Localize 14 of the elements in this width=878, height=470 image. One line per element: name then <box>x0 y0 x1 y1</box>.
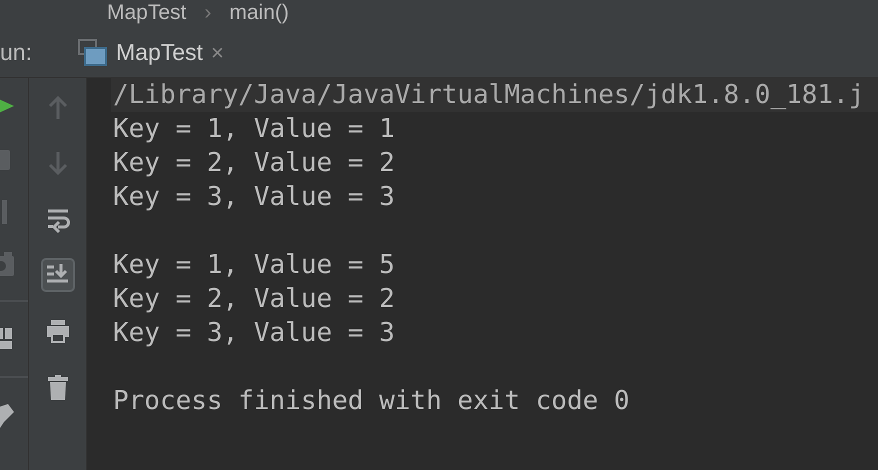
console-line: Key = 1, Value = 5 <box>112 249 396 282</box>
console-line: Key = 1, Value = 1 <box>112 113 396 146</box>
console-line: Key = 3, Value = 3 <box>112 181 396 214</box>
console-line: Key = 3, Value = 3 <box>112 317 396 350</box>
console-line: Key = 2, Value = 2 <box>112 283 396 316</box>
console-line: Key = 2, Value = 2 <box>112 147 396 180</box>
close-button[interactable]: × <box>210 40 224 66</box>
breadcrumb-item[interactable]: main() <box>229 2 289 23</box>
console-line: Process finished with exit code 0 <box>112 385 631 418</box>
console-window-icon <box>78 38 108 66</box>
toolbar-button[interactable] <box>40 258 74 292</box>
panel-label: un: <box>0 39 33 66</box>
breadcrumb-item[interactable]: MapTest <box>107 2 186 23</box>
breadcrumb-separator: › <box>204 2 212 23</box>
